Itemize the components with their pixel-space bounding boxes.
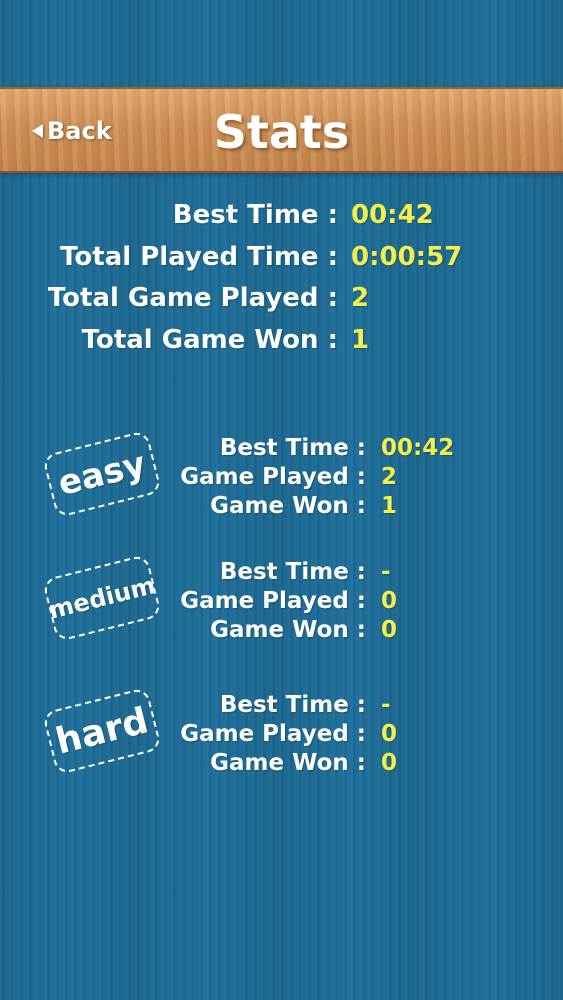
stat-label: Total Played Time : bbox=[60, 242, 338, 272]
stat-label: Game Won : bbox=[210, 493, 366, 519]
stat-label: Game Won : bbox=[210, 617, 366, 643]
stat-value: 2 bbox=[351, 283, 370, 313]
stat-value: 0 bbox=[381, 750, 398, 776]
stat-row-total-played-time: Total Played Time : 0:00:57 bbox=[0, 237, 563, 277]
stat-label: Best Time : bbox=[172, 200, 338, 230]
stat-value: 0 bbox=[381, 617, 398, 643]
stat-value: 00:42 bbox=[351, 200, 434, 230]
header-bar: Back Stats bbox=[0, 87, 563, 173]
difficulty-easy: easy Best Time : 00:42 Game Played : 2 G… bbox=[0, 428, 563, 528]
difficulty-hard: hard Best Time : - Game Played : 0 Game … bbox=[0, 685, 563, 785]
stat-label: Game Won : bbox=[210, 750, 366, 776]
hard-game-won-row: Game Won : 0 bbox=[0, 743, 563, 783]
easy-game-won-row: Game Won : 1 bbox=[0, 486, 563, 526]
difficulty-medium: medium Best Time : - Game Played : 0 Gam… bbox=[0, 552, 563, 652]
page-title: Stats bbox=[213, 105, 350, 159]
stat-label: Total Game Played : bbox=[47, 283, 338, 313]
medium-game-won-row: Game Won : 0 bbox=[0, 610, 563, 650]
stat-row-total-game-won: Total Game Won : 1 bbox=[0, 320, 563, 360]
stat-row-best-time: Best Time : 00:42 bbox=[0, 195, 563, 235]
stat-value: 1 bbox=[351, 325, 370, 355]
stat-row-total-game-played: Total Game Played : 2 bbox=[0, 278, 563, 318]
stat-value: 0:00:57 bbox=[351, 242, 463, 272]
stat-label: Total Game Won : bbox=[81, 325, 338, 355]
stat-value: 1 bbox=[381, 493, 398, 519]
